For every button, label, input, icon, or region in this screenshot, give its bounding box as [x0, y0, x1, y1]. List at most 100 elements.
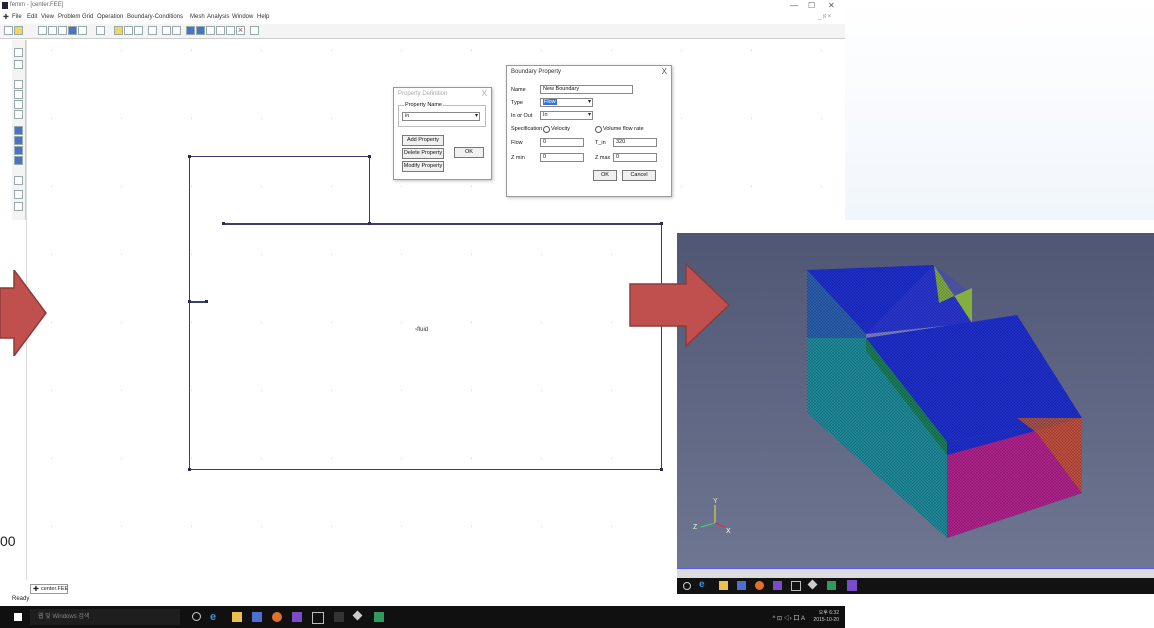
menu-problem[interactable]: Problem: [58, 14, 80, 20]
block-label-fluid[interactable]: ▫fluid: [415, 327, 428, 333]
delete-property-button[interactable]: Delete Property: [402, 148, 444, 159]
geometry-node[interactable]: [660, 468, 663, 471]
femm-task-icon[interactable]: [334, 612, 344, 622]
zoom-out-icon[interactable]: [14, 90, 23, 99]
taskbar-search-box[interactable]: 웹 및 Windows 검색: [30, 609, 180, 625]
pen-app-icon[interactable]: [807, 579, 818, 590]
taskbar-clock[interactable]: 오후 6:32 2015-10-20: [813, 610, 839, 624]
geometry-node[interactable]: [188, 468, 191, 471]
menu-operation[interactable]: Operation: [97, 14, 123, 20]
menu-help[interactable]: Help: [257, 14, 269, 20]
app-window-icon[interactable]: [791, 581, 801, 591]
open-file-icon[interactable]: [14, 26, 23, 35]
flow-field[interactable]: 0: [540, 138, 584, 147]
edge-browser-icon[interactable]: e: [210, 612, 220, 623]
zoom-natural-icon[interactable]: [14, 60, 23, 69]
segment-tool-icon[interactable]: [48, 26, 57, 35]
run-icon[interactable]: [124, 26, 133, 35]
z-min-field[interactable]: 0: [540, 153, 584, 162]
geometry-node[interactable]: [368, 155, 371, 158]
copy-icon[interactable]: [186, 26, 195, 35]
pen-app-icon[interactable]: [352, 610, 363, 621]
geometry-segment[interactable]: [189, 469, 662, 470]
app-menu-icon[interactable]: ✚: [3, 13, 9, 21]
mdi-controls[interactable]: _ ♯ ×: [818, 14, 831, 20]
file-explorer-icon[interactable]: [232, 612, 242, 622]
document-tab[interactable]: ✚ center.FEE: [30, 584, 68, 594]
spreadsheet-icon[interactable]: [374, 612, 384, 622]
dialog-close-button[interactable]: X: [482, 89, 487, 98]
task-view-icon[interactable]: [192, 612, 201, 621]
dialog-close-button[interactable]: X: [662, 67, 667, 76]
modify-property-button[interactable]: Modify Property: [402, 161, 444, 172]
geometry-segment[interactable]: [189, 156, 369, 157]
menu-edit[interactable]: Edit: [27, 14, 37, 20]
task-view-icon[interactable]: [683, 582, 691, 590]
store-icon[interactable]: [252, 612, 262, 622]
select-rect-icon[interactable]: [162, 26, 171, 35]
zoom-in-icon[interactable]: [14, 80, 23, 89]
volume-flow-radio[interactable]: [595, 126, 602, 133]
zoom-tool-icon[interactable]: [96, 26, 105, 35]
grid-settings-icon[interactable]: [14, 202, 23, 211]
geometry-node[interactable]: [188, 155, 191, 158]
snap-grid-icon[interactable]: [14, 190, 23, 199]
zoom-previous-icon[interactable]: [14, 110, 23, 119]
zoom-fit-icon[interactable]: [14, 48, 23, 57]
select-circle-icon[interactable]: [172, 26, 181, 35]
mirror-icon[interactable]: [216, 26, 225, 35]
file-explorer-icon[interactable]: [719, 581, 728, 590]
menu-window[interactable]: Window: [232, 14, 253, 20]
ok-button[interactable]: OK: [593, 170, 617, 181]
cancel-button[interactable]: Cancel: [622, 170, 656, 181]
geometry-node[interactable]: [660, 222, 663, 225]
windows-start-icon[interactable]: [14, 613, 22, 621]
pan-down-icon[interactable]: [14, 136, 23, 145]
visual-studio-icon[interactable]: [292, 612, 302, 622]
add-property-button[interactable]: Add Property: [402, 135, 444, 146]
move-icon[interactable]: [196, 26, 205, 35]
maximize-button[interactable]: ☐: [808, 1, 815, 10]
arc-tool-icon[interactable]: [58, 26, 67, 35]
group-tool-icon[interactable]: [78, 26, 87, 35]
delete-icon[interactable]: ×: [236, 26, 245, 35]
spreadsheet-icon[interactable]: [827, 581, 836, 590]
menu-mesh[interactable]: Mesh: [190, 14, 205, 20]
t-in-field[interactable]: 320: [613, 138, 657, 147]
geometry-node[interactable]: [368, 222, 371, 225]
close-button[interactable]: ✕: [828, 1, 835, 10]
chrome-icon[interactable]: [272, 612, 282, 622]
type-select[interactable]: Flow ▾: [540, 98, 593, 107]
geometry-segment[interactable]: [189, 156, 190, 470]
3d-mesh-viewport[interactable]: Y Z X: [677, 233, 1154, 568]
name-field[interactable]: New Boundary: [540, 85, 633, 94]
geometry-node[interactable]: [222, 222, 225, 225]
geometry-segment[interactable]: [223, 223, 661, 225]
settings-icon[interactable]: [250, 26, 259, 35]
fillet-icon[interactable]: [226, 26, 235, 35]
geometry-node[interactable]: [205, 300, 208, 303]
new-file-icon[interactable]: [4, 26, 13, 35]
geometry-node[interactable]: [188, 300, 191, 303]
view-results-icon[interactable]: [134, 26, 143, 35]
mesh-icon[interactable]: [114, 26, 123, 35]
grid-icon[interactable]: [14, 176, 23, 185]
scale-icon[interactable]: [206, 26, 215, 35]
geometry-segment[interactable]: [369, 156, 370, 224]
menu-view[interactable]: View: [41, 14, 54, 20]
point-tool-icon[interactable]: [38, 26, 47, 35]
pan-left-icon[interactable]: [14, 146, 23, 155]
in-or-out-select[interactable]: In ▾: [540, 111, 593, 120]
system-tray[interactable]: ^ ⊡ ◁› 囗 A: [772, 613, 805, 622]
property-name-select[interactable]: in ▾: [402, 112, 480, 121]
chrome-icon[interactable]: [755, 581, 764, 590]
menu-grid[interactable]: Grid: [82, 14, 93, 20]
minimize-button[interactable]: —: [790, 1, 798, 10]
undo-icon[interactable]: [148, 26, 157, 35]
zoom-window-icon[interactable]: [14, 100, 23, 109]
paraview-icon[interactable]: [847, 580, 857, 591]
visual-studio-icon[interactable]: [773, 581, 782, 590]
menu-boundary-conditions[interactable]: Boundary-Conditions: [127, 14, 183, 20]
pan-right-icon[interactable]: [14, 156, 23, 165]
velocity-radio[interactable]: [543, 126, 550, 133]
